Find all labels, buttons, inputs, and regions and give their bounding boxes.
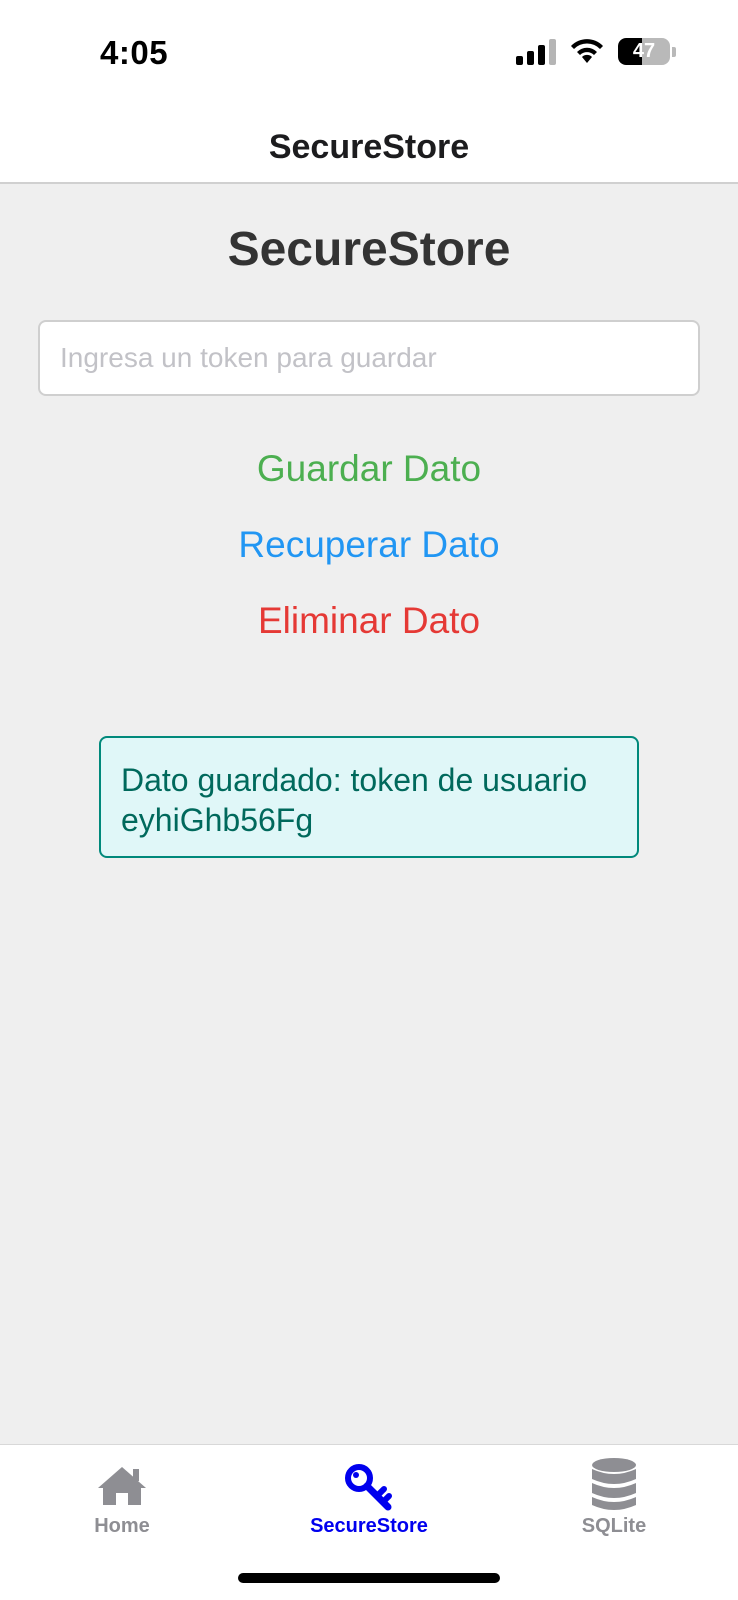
- battery-icon: 47: [618, 38, 670, 65]
- page-title: SecureStore: [227, 223, 511, 276]
- tab-label-sqlite: SQLite: [581, 1515, 647, 1537]
- tab-home[interactable]: Home: [22, 1453, 222, 1538]
- tab-label-securestore: SecureStore: [310, 1515, 428, 1537]
- wifi-icon: [571, 38, 603, 63]
- navigation-header: SecureStore: [0, 110, 738, 184]
- home-indicator: [238, 1573, 500, 1583]
- tab-sqlite[interactable]: SQLite: [514, 1453, 714, 1538]
- result-message: Dato guardado: token de usuario eyhiGhb5…: [99, 736, 639, 858]
- database-icon: [592, 1458, 636, 1510]
- save-button[interactable]: Guardar Dato: [0, 448, 738, 490]
- token-input[interactable]: [38, 320, 700, 396]
- delete-button[interactable]: Eliminar Dato: [0, 600, 738, 642]
- tab-securestore[interactable]: SecureStore: [269, 1453, 469, 1538]
- tab-label-home: Home: [94, 1515, 150, 1537]
- home-icon: [98, 1467, 146, 1505]
- key-icon: [345, 1464, 392, 1511]
- battery-percent: 47: [632, 40, 656, 62]
- retrieve-button[interactable]: Recuperar Dato: [0, 524, 738, 566]
- status-icons: 47: [516, 38, 676, 65]
- battery-tip: [672, 46, 676, 57]
- status-bar: 4:05 47: [0, 0, 738, 110]
- header-title: SecureStore: [268, 128, 470, 166]
- cellular-signal-icon: [516, 38, 556, 65]
- status-time: 4:05: [100, 34, 169, 71]
